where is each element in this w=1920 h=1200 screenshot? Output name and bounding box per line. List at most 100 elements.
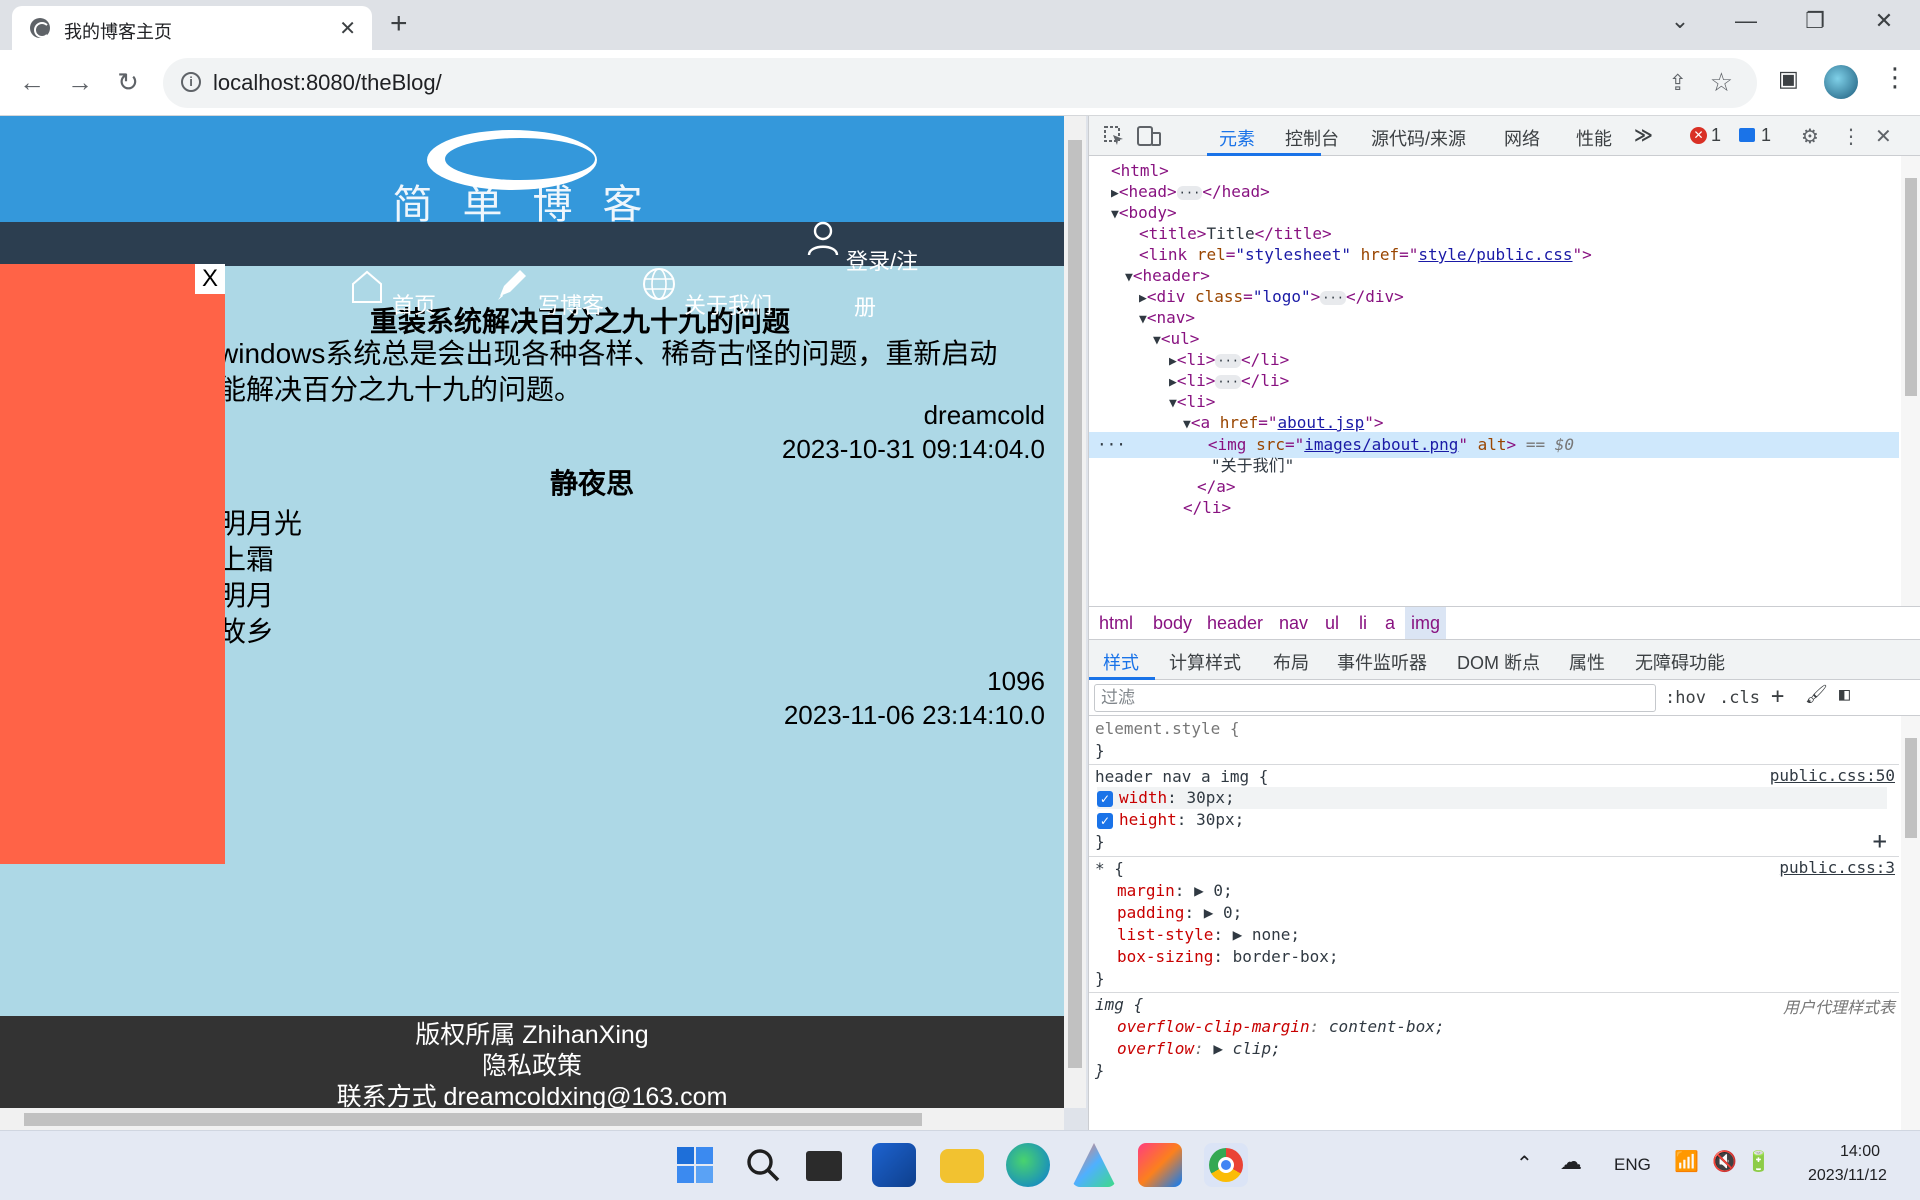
styles-scrollbar[interactable] (1901, 716, 1920, 1130)
node-menu-icon[interactable]: ··· (1097, 435, 1126, 454)
paint-brush-icon[interactable]: 🖌 (1805, 684, 1828, 705)
tab-search-button[interactable]: ⌄ (1660, 8, 1700, 34)
crumb-a[interactable]: a (1379, 612, 1401, 634)
clock-time[interactable]: 14:00 (1840, 1143, 1880, 1161)
tab-performance[interactable]: 性能 (1576, 125, 1612, 151)
footer-privacy-link[interactable]: 隐私政策 (0, 1051, 1064, 1082)
tab-dom-breakpoints[interactable]: DOM 断点 (1457, 649, 1540, 675)
dom-node[interactable]: </li> (1089, 495, 1899, 521)
close-devtools-icon[interactable]: ✕ (1875, 124, 1892, 149)
prop-name[interactable]: height (1119, 810, 1177, 829)
crumb-html[interactable]: html (1093, 612, 1139, 634)
intellij-icon[interactable] (1138, 1143, 1182, 1187)
collapse-arrow-icon[interactable]: ▼ (1139, 312, 1147, 327)
site-logo[interactable]: 简单博客 (305, 130, 760, 228)
close-window-button[interactable]: ✕ (1864, 8, 1904, 34)
new-tab-button[interactable]: + (390, 8, 408, 40)
prop-name[interactable]: width (1119, 788, 1167, 807)
crumb-img[interactable]: img (1405, 607, 1447, 639)
crumb-ul[interactable]: ul (1319, 612, 1345, 634)
page-vertical-scrollbar[interactable] (1064, 116, 1086, 1108)
hover-state-button[interactable]: :hov (1665, 688, 1706, 708)
photos-icon[interactable] (1072, 1143, 1116, 1187)
globe-icon[interactable] (642, 266, 676, 302)
rule-selector[interactable]: img { (1095, 994, 1899, 1016)
prop-value[interactable]: 30px; (1186, 788, 1234, 807)
url-text[interactable]: localhost:8080/theBlog/ (213, 70, 442, 96)
css-property[interactable]: box-sizing: border-box; (1117, 946, 1899, 968)
onedrive-cloud-icon[interactable]: ☁ (1560, 1149, 1582, 1175)
profile-avatar[interactable] (1824, 65, 1858, 99)
css-property[interactable]: margin: ▶ 0; (1117, 880, 1899, 902)
image-link[interactable]: images/about.png (1304, 435, 1458, 454)
address-bar[interactable]: i localhost:8080/theBlog/ ⇪ ☆ (163, 58, 1757, 108)
inspect-element-icon[interactable] (1103, 125, 1125, 147)
prop-value[interactable]: ▶ 0; (1194, 881, 1233, 900)
collapse-arrow-icon[interactable]: ▼ (1111, 207, 1119, 222)
volume-muted-icon[interactable]: 🔇 (1712, 1149, 1737, 1174)
rule-source-link[interactable]: public.css:50 (1770, 766, 1895, 785)
ellipsis-badge[interactable]: ··· (1176, 185, 1203, 200)
scrollbar-thumb[interactable] (1905, 738, 1917, 838)
css-property[interactable]: padding: ▶ 0; (1117, 902, 1899, 924)
prop-value[interactable]: ▶ 0; (1204, 903, 1243, 922)
class-toggle-button[interactable]: .cls (1719, 688, 1760, 708)
post-title[interactable]: 静夜思 (550, 462, 634, 502)
collapse-arrow-icon[interactable]: ▼ (1183, 417, 1191, 432)
ellipsis-badge[interactable]: ··· (1320, 290, 1346, 305)
expand-arrow-icon[interactable]: ▶ (1169, 375, 1177, 390)
task-view-icon[interactable] (806, 1151, 842, 1181)
ad-close-button[interactable]: X (195, 264, 225, 294)
error-icon[interactable]: ✕ (1690, 127, 1707, 144)
rule-source-link[interactable]: public.css:3 (1779, 858, 1895, 877)
message-count[interactable]: 1 (1761, 125, 1771, 146)
collapse-arrow-icon[interactable]: ▼ (1125, 270, 1133, 285)
tab-properties[interactable]: 属性 (1569, 649, 1605, 675)
tab-console[interactable]: 控制台 (1285, 125, 1339, 151)
collapse-arrow-icon[interactable]: ▼ (1169, 396, 1177, 411)
crumb-li[interactable]: li (1353, 612, 1373, 634)
tab-elements[interactable]: 元素 (1219, 125, 1255, 151)
forward-button[interactable]: → (62, 66, 98, 98)
site-info-icon[interactable]: i (181, 72, 201, 92)
page-horizontal-scrollbar[interactable] (0, 1108, 1064, 1130)
battery-icon[interactable]: 🔋 (1746, 1149, 1771, 1174)
ad-banner[interactable] (0, 264, 225, 864)
device-toolbar-icon[interactable] (1137, 125, 1161, 147)
more-tabs-button[interactable]: ≫ (1634, 125, 1653, 146)
css-property[interactable]: ✓ height: 30px; (1097, 809, 1899, 831)
pencil-icon[interactable] (494, 266, 528, 302)
element-style-selector[interactable]: element.style { (1095, 718, 1899, 740)
reload-button[interactable]: ↻ (110, 66, 146, 98)
tab-event-listeners[interactable]: 事件监听器 (1337, 649, 1427, 675)
dom-scrollbar[interactable] (1901, 156, 1920, 606)
collapse-arrow-icon[interactable]: ▼ (1153, 333, 1161, 348)
error-count[interactable]: 1 (1711, 125, 1721, 146)
tab-layout[interactable]: 布局 (1273, 649, 1309, 675)
crumb-nav[interactable]: nav (1273, 612, 1314, 634)
bookmark-star-icon[interactable]: ☆ (1710, 67, 1733, 98)
tab-accessibility[interactable]: 无障碍功能 (1635, 649, 1725, 675)
tab-close-button[interactable]: ✕ (339, 16, 356, 41)
prop-name[interactable]: box-sizing (1117, 947, 1213, 966)
nav-write-link[interactable]: 写博客 (538, 288, 604, 320)
user-icon[interactable] (806, 220, 840, 256)
scrollbar-thumb[interactable] (1905, 178, 1917, 396)
message-icon[interactable] (1739, 128, 1755, 142)
edge-icon[interactable] (1006, 1143, 1050, 1187)
crumb-header[interactable]: header (1201, 612, 1269, 634)
file-explorer-icon[interactable] (940, 1149, 984, 1183)
crumb-body[interactable]: body (1147, 612, 1198, 634)
tab-sources[interactable]: 源代码/来源 (1371, 125, 1466, 151)
chrome-taskbar-item[interactable] (1204, 1143, 1248, 1187)
clock-date[interactable]: 2023/11/12 (1808, 1167, 1887, 1185)
windows-start-icon[interactable] (676, 1146, 714, 1184)
sidebar-toggle-icon[interactable]: ▣ (1778, 66, 1799, 92)
minimize-button[interactable]: — (1726, 8, 1766, 34)
settings-gear-icon[interactable]: ⚙ (1801, 124, 1819, 149)
search-icon[interactable] (744, 1146, 782, 1184)
ellipsis-badge[interactable]: ··· (1215, 353, 1242, 368)
browser-tab[interactable]: 我的博客主页 ✕ (12, 6, 372, 50)
ellipsis-badge[interactable]: ··· (1215, 374, 1242, 389)
tab-styles[interactable]: 样式 (1103, 649, 1139, 675)
